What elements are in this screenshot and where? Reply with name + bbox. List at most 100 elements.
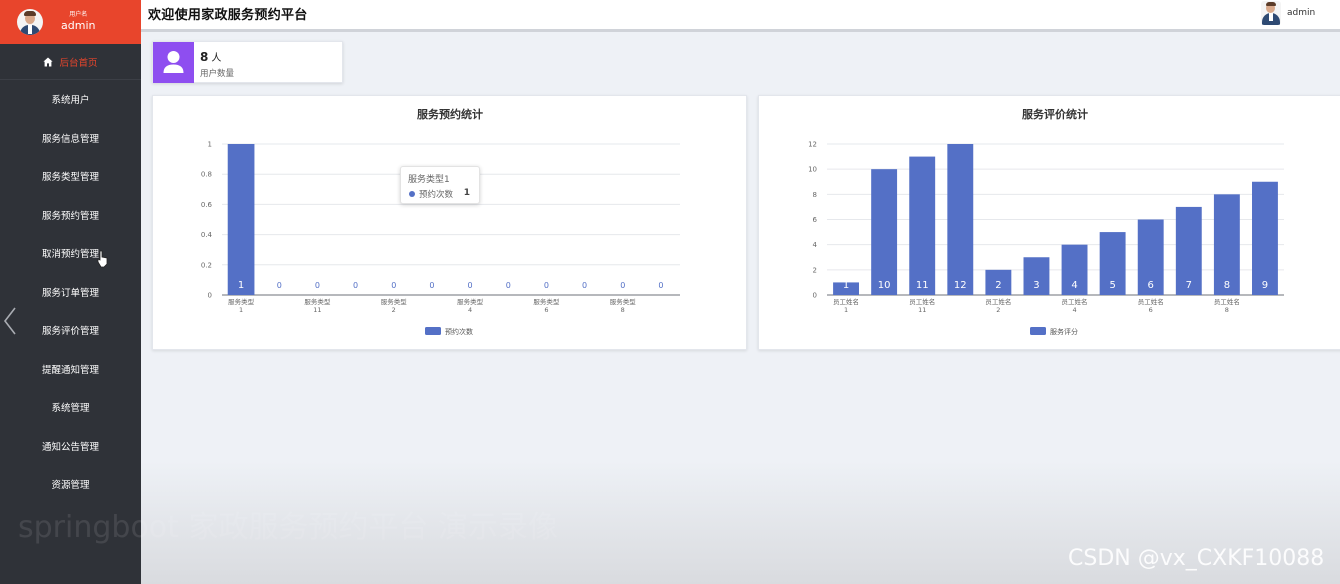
chart-tooltip: 服务类型1 预约次数 1 [400, 166, 480, 204]
bar-data-label: 2 [995, 280, 1001, 291]
bar-data-label: 0 [429, 281, 434, 290]
bar-data-label: 8 [1224, 280, 1230, 291]
x-tick-label: 服务类型 [457, 297, 484, 306]
stat-label: 用户数量 [200, 69, 235, 79]
sidebar-item-service-orders[interactable]: 服务订单管理 [0, 273, 141, 312]
chart-title: 服务预约统计 [417, 107, 483, 121]
x-tick-label: 1 [844, 306, 848, 314]
bar-data-label: 0 [620, 281, 625, 290]
review-chart: 服务评价统计0246810121 10 11 12 2 3 4 5 6 7 8 9员工姓名1员工姓名1… [808, 107, 1284, 336]
top-header: 欢迎使用家政服务预约平台 admin [141, 0, 1340, 32]
x-tick-label: 员工姓名 [909, 297, 935, 306]
tooltip-series-dot [409, 191, 415, 197]
x-tick-label: 4 [1072, 306, 1076, 314]
x-tick-label: 11 [313, 306, 321, 314]
header-user-name[interactable]: admin [1287, 8, 1315, 18]
x-tick-label: 员工姓名 [1214, 297, 1240, 306]
y-tick-label: 0.4 [201, 231, 213, 239]
booking-chart: 服务预约统计00.20.40.60.811 0 0 0 0 0 0 0 0 0 0 0服务类型1服务类… [201, 107, 680, 336]
user-label: 用户名 [69, 11, 88, 18]
sidebar-item-label: 通知公告管理 [41, 441, 99, 453]
avatar [17, 9, 43, 35]
bar-data-label: 0 [353, 281, 358, 290]
sidebar-item-announcements[interactable]: 通知公告管理 [0, 427, 141, 466]
x-tick-label: 1 [239, 306, 243, 314]
bar-data-label: 7 [1186, 280, 1192, 291]
chart-bar [909, 156, 936, 295]
sidebar-user-info: 用户名 admin [61, 11, 95, 33]
sidebar-item-label: 资源管理 [51, 480, 90, 492]
sidebar-item-label: 系统用户 [51, 95, 90, 107]
user-count-card: 8人 用户数量 [152, 41, 343, 83]
booking-chart-card: 服务预约统计 0 0.2 0.4 0.6 0.8 1 1 0 0 0 0 0 0 0 0 0 0 0 服务类型 1 服务类… [152, 95, 747, 350]
sidebar-user-box: 用户名 admin [0, 0, 141, 44]
x-tick-label: 服务类型 [228, 297, 255, 306]
y-tick-label: 12 [808, 141, 817, 149]
sidebar-item-label: 系统管理 [51, 403, 90, 415]
x-tick-label: 员工姓名 [985, 297, 1011, 306]
bar-data-label: 3 [1033, 280, 1039, 291]
x-tick-label: 6 [1149, 306, 1153, 314]
x-tick-label: 8 [1225, 306, 1229, 314]
page-title: 欢迎使用家政服务预约平台 [148, 8, 308, 23]
sidebar-item-label: 提醒通知管理 [41, 364, 99, 376]
y-tick-label: 0.6 [201, 201, 213, 209]
legend-label: 预约次数 [445, 327, 473, 336]
bar-data-label: 5 [1109, 280, 1115, 291]
sidebar-menu: 系统用户 服务信息管理 服务类型管理 服务预约管理 取消预约管理 服务订单管理 … [0, 80, 141, 504]
y-tick-label: 10 [808, 166, 817, 174]
y-tick-label: 0.8 [201, 171, 212, 179]
y-tick-label: 4 [813, 241, 818, 249]
legend-swatch [425, 327, 441, 335]
chart-bar [871, 169, 898, 295]
header-avatar[interactable] [1261, 1, 1281, 25]
tooltip-title: 服务类型1 [408, 175, 450, 185]
chevron-left-icon[interactable] [2, 306, 18, 336]
review-chart-card: 服务评价统计 0 2 4 6 8 10 12 1 10 11 12 2 3 4 5 6 7 8 9 员工姓名 1 员工姓名 1… [758, 95, 1340, 350]
user-icon [163, 51, 184, 73]
y-tick-label: 2 [813, 266, 817, 274]
bar-data-label: 9 [1262, 280, 1268, 291]
bar-data-label: 4 [1071, 280, 1077, 291]
sidebar-item-reminders[interactable]: 提醒通知管理 [0, 350, 141, 389]
bar-data-label: 1 [238, 280, 244, 291]
sidebar-item-service-reviews[interactable]: 服务评价管理 [0, 311, 141, 350]
chart-bar [947, 144, 974, 295]
video-watermark: springboot 家政服务预约平台 演示录像 [18, 510, 558, 545]
sidebar-item-service-booking[interactable]: 服务预约管理 [0, 196, 141, 235]
sidebar-item-cancel-booking[interactable]: 取消预约管理 [0, 234, 141, 273]
x-tick-label: 服务类型 [533, 297, 560, 306]
y-tick-label: 0 [813, 292, 817, 300]
x-tick-label: 2 [392, 306, 396, 314]
sidebar-item-home[interactable]: 后台首页 [0, 44, 141, 80]
sidebar-item-label: 服务订单管理 [41, 287, 99, 299]
chart-bar [227, 144, 255, 295]
x-tick-label: 6 [544, 306, 548, 314]
chart-title: 服务评价统计 [1022, 107, 1088, 121]
y-tick-label: 6 [813, 216, 818, 224]
csdn-watermark: CSDN @vx_CXKF10088 [1068, 546, 1325, 571]
bar-data-label: 1 [843, 280, 849, 291]
y-tick-label: 0.2 [201, 261, 212, 269]
bar-data-label: 0 [315, 281, 320, 290]
stat-icon-box [153, 42, 194, 83]
tooltip-value: 1 [463, 188, 470, 198]
bar-data-label: 0 [582, 281, 587, 290]
bar-data-label: 0 [468, 281, 473, 290]
sidebar-item-system-management[interactable]: 系统管理 [0, 388, 141, 427]
y-tick-label: 0 [208, 292, 212, 300]
bar-data-label: 6 [1148, 280, 1154, 291]
x-tick-label: 服务类型 [304, 297, 331, 306]
sidebar-item-system-users[interactable]: 系统用户 [0, 80, 141, 119]
bar-data-label: 0 [391, 281, 396, 290]
x-tick-label: 员工姓名 [833, 297, 859, 306]
sidebar-item-label: 服务预约管理 [41, 210, 99, 222]
user-name: admin [61, 19, 96, 32]
bar-data-label: 10 [878, 280, 891, 291]
bar-data-label: 0 [277, 281, 282, 290]
sidebar-item-service-info[interactable]: 服务信息管理 [0, 119, 141, 158]
sidebar-item-service-type[interactable]: 服务类型管理 [0, 157, 141, 196]
sidebar-item-resources[interactable]: 资源管理 [0, 465, 141, 504]
legend-swatch [1030, 327, 1046, 335]
bar-data-label: 0 [506, 281, 511, 290]
